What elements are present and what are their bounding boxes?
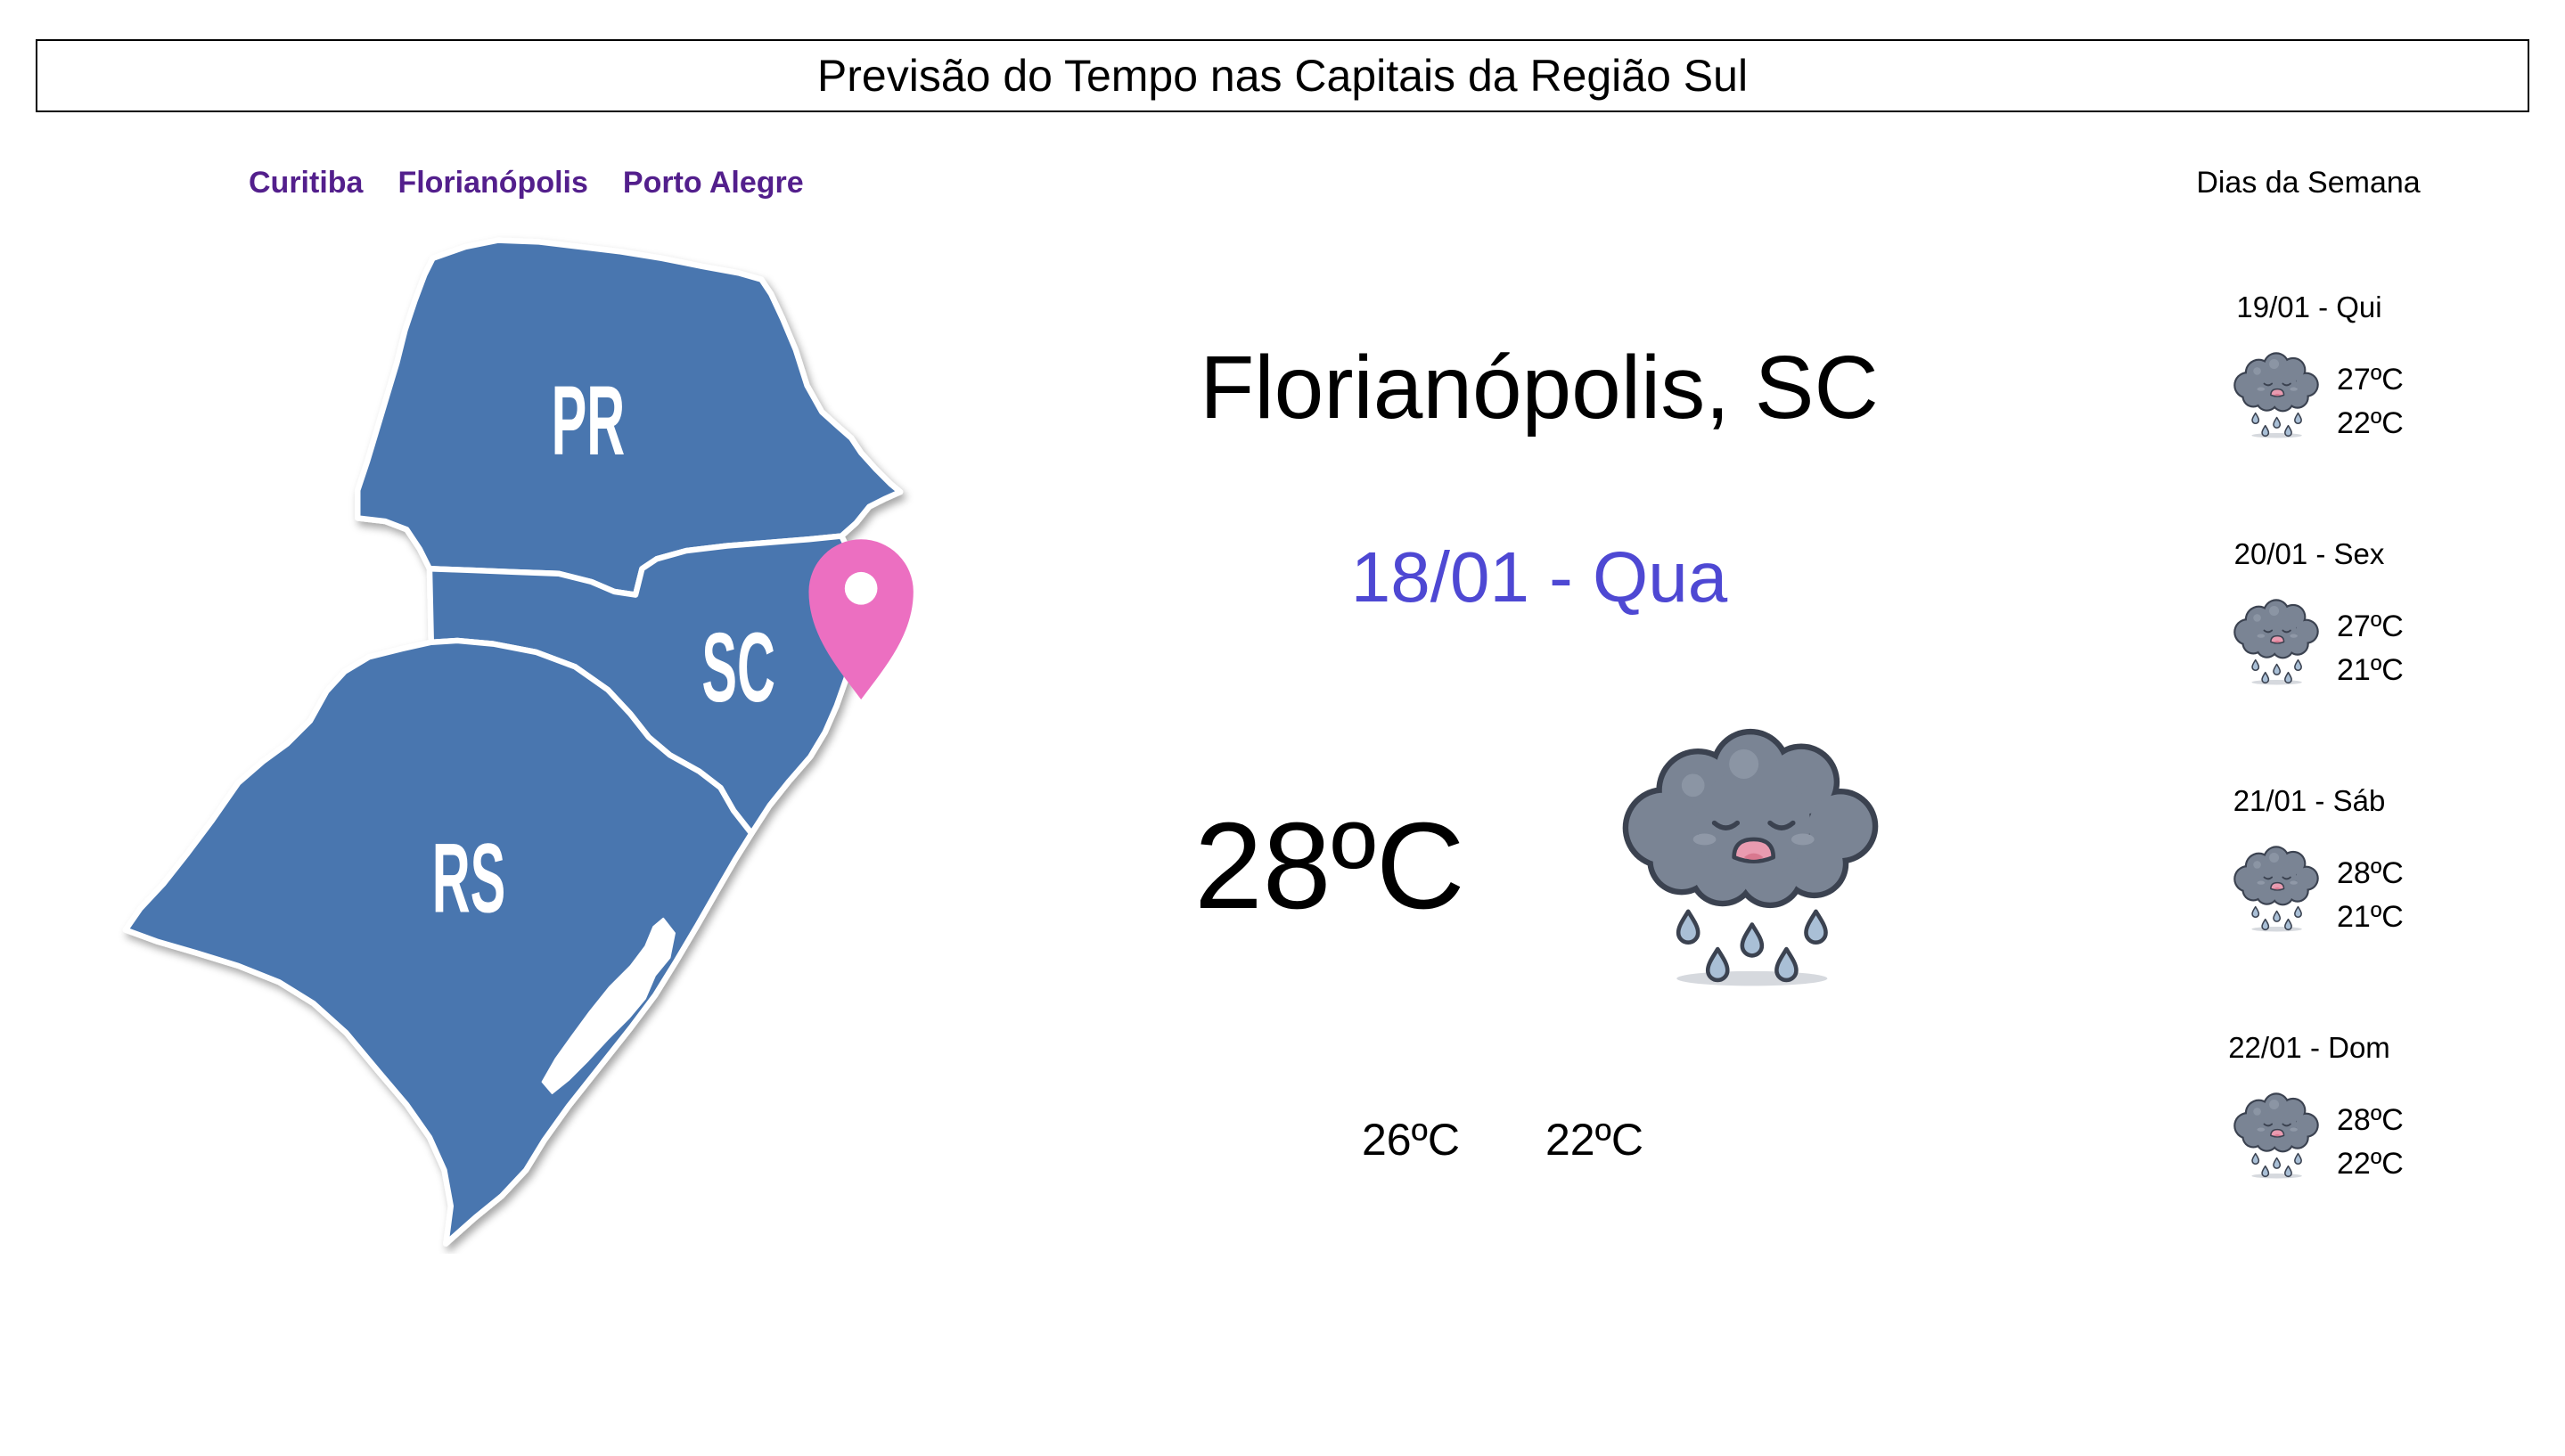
forecast-day-date: 20/01 - Sex [2233,537,2385,570]
nav-link-porto-alegre[interactable]: Porto Alegre [623,165,804,200]
forecast-day-date: 21/01 - Sáb [2233,784,2386,817]
state-label-pr: PR [552,366,626,476]
rain-cloud-icon [2233,352,2320,439]
page-title: Previsão do Tempo nas Capitais da Região… [816,51,1749,101]
forecast-day: 22/01 - Dom 28ºC 22ºC [2131,1030,2487,1186]
current-temperature: 28ºC [1194,798,1465,935]
forecast-day-temp-1: 28ºC [2337,1103,2404,1137]
rain-cloud-icon [1619,728,1881,990]
rain-cloud-icon [2233,599,2320,686]
current-date: 18/01 - Qua [1350,537,1728,617]
forecast-day-temp-1: 27ºC [2337,363,2404,397]
city-nav: Curitiba Florianópolis Porto Alegre [249,165,804,200]
forecast-day: 21/01 - Sáb 28ºC 21ºC [2131,783,2487,939]
current-temp-1: 26ºC [1362,1115,1460,1165]
south-region-map: PR SC RS [122,237,914,1247]
week-heading: Dias da Semana [2196,166,2421,200]
forecast-day-temp-2: 22ºC [2337,1147,2404,1181]
forecast-day-temp-2: 21ºC [2337,900,2404,934]
state-label-sc: SC [701,613,775,723]
forecast-day: 20/01 - Sex 27ºC 21ºC [2131,536,2487,692]
forecast-day-temp-2: 21ºC [2337,653,2404,687]
forecast-day-date: 19/01 - Qui [2236,290,2382,323]
forecast-day-temp-1: 28ºC [2337,856,2404,890]
rain-cloud-icon [2233,1092,2320,1180]
page-title-box: Previsão do Tempo nas Capitais da Região… [36,39,2529,112]
current-location: Florianópolis, SC [1200,338,1879,438]
forecast-day-temp-2: 22ºC [2337,406,2404,440]
forecast-day: 19/01 - Qui 27ºC 22ºC [2131,290,2487,446]
current-temp-2: 22ºC [1545,1115,1643,1165]
nav-link-florianopolis[interactable]: Florianópolis [397,165,587,200]
forecast-day-temp-1: 27ºC [2337,609,2404,643]
state-label-rs: RS [432,823,506,933]
forecast-day-date: 22/01 - Dom [2228,1031,2390,1064]
rain-cloud-icon [2233,846,2320,933]
nav-link-curitiba[interactable]: Curitiba [249,165,363,200]
